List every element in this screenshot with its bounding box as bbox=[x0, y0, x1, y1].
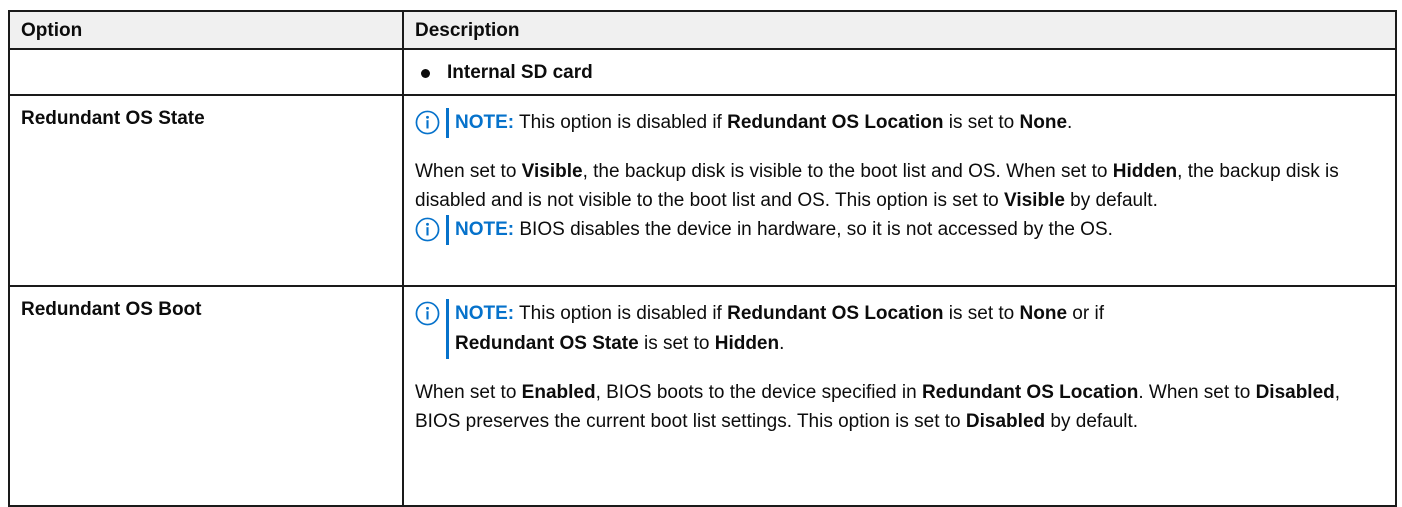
description-paragraph: When set to Visible, the backup disk is … bbox=[415, 161, 1339, 211]
description-cell: Internal SD card bbox=[402, 48, 1397, 96]
note-divider bbox=[446, 108, 449, 138]
bullet-list-item: Internal SD card bbox=[415, 62, 1384, 84]
note-text: NOTE: This option is disabled if Redunda… bbox=[455, 303, 1104, 354]
note-divider bbox=[446, 215, 449, 245]
column-header-option: Option bbox=[8, 10, 404, 50]
option-cell: Redundant OS Boot bbox=[8, 285, 404, 507]
description-cell: NOTE: This option is disabled if Redunda… bbox=[402, 94, 1397, 287]
option-cell bbox=[8, 48, 404, 96]
note-block: NOTE: This option is disabled if Redunda… bbox=[415, 299, 1384, 359]
note-block: NOTE: BIOS disables the device in hardwa… bbox=[415, 215, 1384, 245]
info-circle-icon bbox=[415, 301, 440, 326]
bullet-icon bbox=[421, 68, 430, 78]
table-header-row: Option Description bbox=[8, 10, 1397, 50]
note-block: NOTE: This option is disabled if Redunda… bbox=[415, 108, 1384, 138]
note-label: NOTE: bbox=[455, 219, 515, 240]
option-cell: Redundant OS State bbox=[8, 94, 404, 287]
bullet-text: Internal SD card bbox=[447, 62, 593, 83]
note-label: NOTE: bbox=[455, 303, 515, 324]
table-row: Internal SD card bbox=[8, 48, 1397, 96]
table-row: Redundant OS Boot NOTE: This option is d… bbox=[8, 285, 1397, 507]
note-text: NOTE: This option is disabled if Redunda… bbox=[455, 112, 1073, 133]
table-row: Redundant OS State NOTE: This option is … bbox=[8, 94, 1397, 287]
note-text: NOTE: BIOS disables the device in hardwa… bbox=[455, 219, 1113, 240]
note-label: NOTE: bbox=[455, 112, 515, 133]
column-header-description: Description bbox=[402, 10, 1397, 50]
bios-options-table: Option Description Internal SD card Redu… bbox=[8, 10, 1397, 507]
note-divider bbox=[446, 299, 449, 359]
info-circle-icon bbox=[415, 217, 440, 242]
description-cell: NOTE: This option is disabled if Redunda… bbox=[402, 285, 1397, 507]
info-circle-icon bbox=[415, 110, 440, 135]
description-paragraph: When set to Enabled, BIOS boots to the d… bbox=[415, 382, 1341, 432]
